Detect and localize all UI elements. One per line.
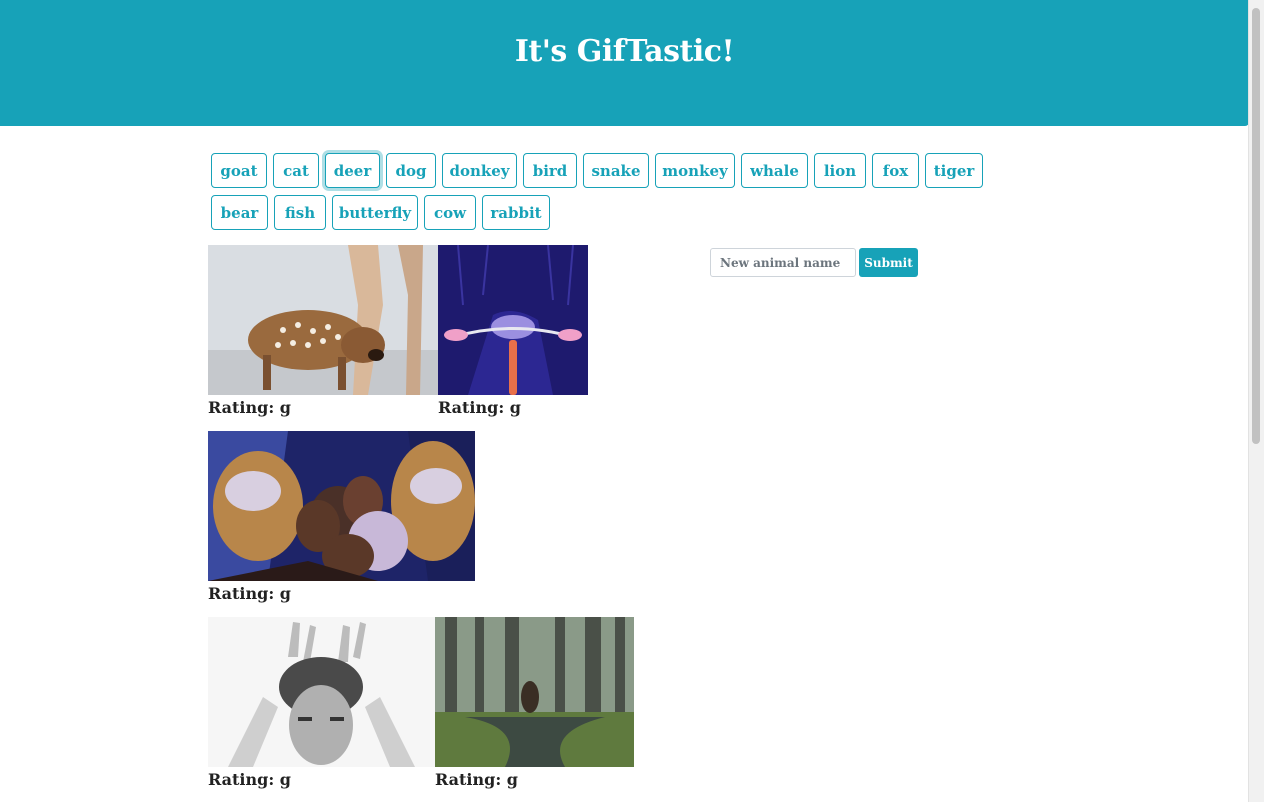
- animal-button-bear[interactable]: bear: [211, 195, 268, 230]
- gif-image[interactable]: [208, 245, 438, 395]
- submit-button[interactable]: Submit: [859, 248, 918, 277]
- gif-image[interactable]: [438, 245, 588, 395]
- animal-button-snake[interactable]: snake: [583, 153, 649, 188]
- animal-button-monkey[interactable]: monkey: [655, 153, 735, 188]
- gif-rating: Rating: g: [438, 398, 521, 417]
- gif-rating: Rating: g: [208, 770, 291, 789]
- animal-button-butterfly[interactable]: butterfly: [332, 195, 418, 230]
- gif-rating: Rating: g: [208, 584, 291, 603]
- new-animal-input[interactable]: [710, 248, 856, 277]
- scrollbar[interactable]: [1248, 0, 1264, 802]
- animal-button-dog[interactable]: dog: [386, 153, 436, 188]
- animal-button-goat[interactable]: goat: [211, 153, 267, 188]
- page-header: It's GifTastic!: [0, 0, 1249, 126]
- gif-rating: Rating: g: [435, 770, 518, 789]
- animal-button-deer[interactable]: deer: [325, 153, 380, 188]
- animal-button-cat[interactable]: cat: [273, 153, 319, 188]
- gif-rating: Rating: g: [208, 398, 291, 417]
- forest-image: [435, 617, 634, 767]
- animal-button-whale[interactable]: whale: [741, 153, 808, 188]
- scrollbar-thumb[interactable]: [1252, 8, 1260, 444]
- fawn-image: [208, 245, 438, 395]
- animal-button-bird[interactable]: bird: [523, 153, 577, 188]
- man-antlers-image: [208, 617, 435, 767]
- animal-button-donkey[interactable]: donkey: [442, 153, 517, 188]
- animal-button-fish[interactable]: fish: [274, 195, 326, 230]
- gif-image[interactable]: [435, 617, 634, 767]
- gif-image[interactable]: [208, 617, 435, 767]
- page-title: It's GifTastic!: [514, 34, 735, 69]
- animal-button-rabbit[interactable]: rabbit: [482, 195, 550, 230]
- gif-image[interactable]: [208, 431, 475, 581]
- animal-button-tiger[interactable]: tiger: [925, 153, 983, 188]
- animal-button-cow[interactable]: cow: [424, 195, 476, 230]
- animal-button-lion[interactable]: lion: [814, 153, 866, 188]
- cartoon-deer-image: [208, 431, 475, 581]
- bicycle-image: [438, 245, 588, 395]
- animal-button-fox[interactable]: fox: [872, 153, 919, 188]
